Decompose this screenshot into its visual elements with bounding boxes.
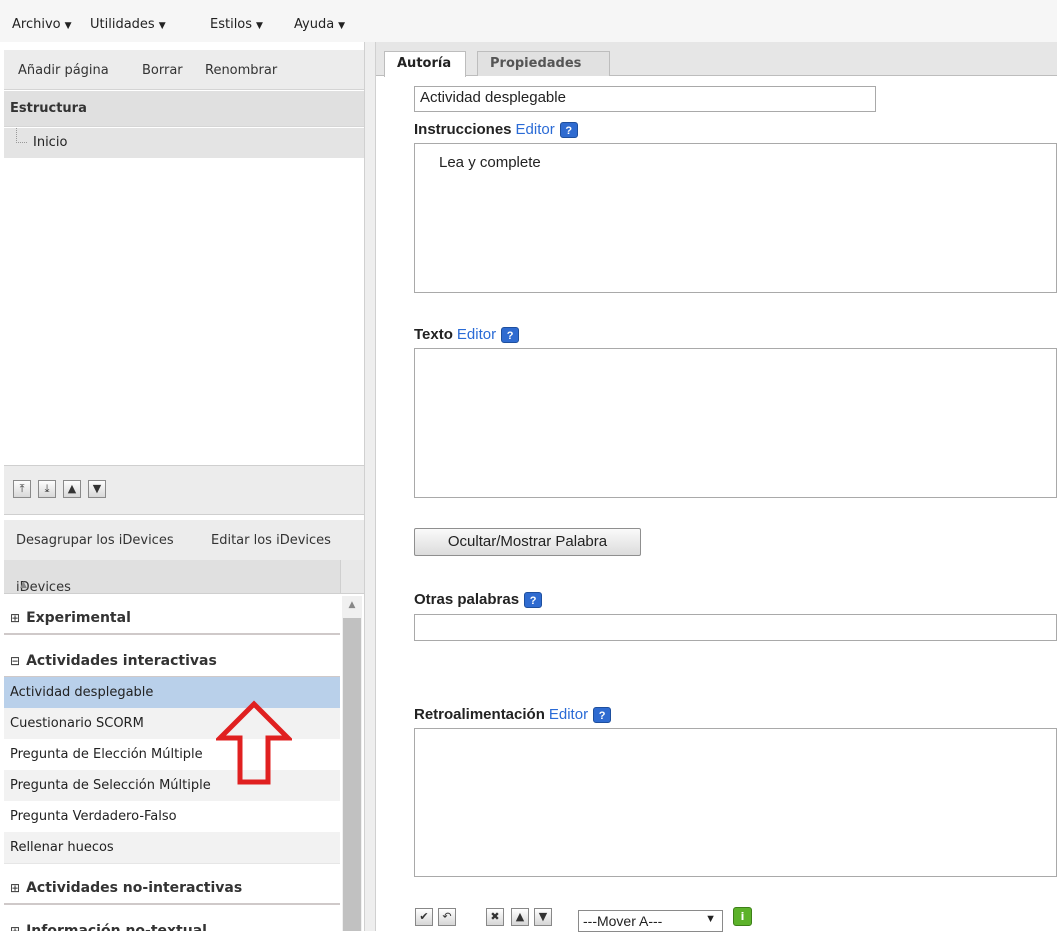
structure-title: Estructura — [10, 101, 87, 116]
chevron-down-icon: ▼ — [64, 21, 72, 31]
category-actividades-no-interactivas[interactable]: ⊞ Actividades no-interactivas — [4, 871, 340, 905]
outline-toolbar: Añadir página Borrar Renombrar — [4, 50, 364, 90]
instrucciones-label: Instrucciones Editor? — [414, 121, 578, 139]
outline-move-bar: ⤒ ⤓ ▲ ▼ — [4, 465, 364, 515]
collapse-icon: ⊟ — [10, 654, 21, 668]
tab-autoria[interactable]: Autoría — [384, 51, 466, 77]
move-to-select[interactable]: ---Mover A--- ▼ — [578, 910, 723, 932]
help-icon[interactable]: ? — [501, 327, 520, 344]
up-icon[interactable]: ▲ — [511, 908, 529, 926]
column-header-filler — [340, 560, 364, 594]
menu-estilos[interactable]: Estilos ▼ — [210, 17, 263, 32]
chevron-down-icon: ▼ — [705, 913, 716, 925]
rename-page-button[interactable]: Renombrar — [205, 63, 277, 78]
category-experimental[interactable]: ⊞ Experimental — [4, 601, 340, 635]
retro-editor-link[interactable]: Editor — [549, 706, 588, 723]
otras-palabras-label: Otras palabras? — [414, 591, 543, 609]
scroll-up-icon[interactable]: ▲ — [342, 596, 362, 614]
tree-node-label: Inicio — [33, 135, 68, 150]
scrollbar-thumb[interactable] — [343, 618, 361, 931]
move-bottom-icon[interactable]: ⤓ — [38, 480, 56, 498]
tab-propiedades[interactable]: Propiedades — [477, 51, 610, 76]
down-icon[interactable]: ▼ — [534, 908, 552, 926]
menu-ayuda[interactable]: Ayuda ▼ — [294, 17, 345, 32]
edit-idevices-button[interactable]: Editar los iDevices — [211, 533, 331, 548]
instrucciones-textarea[interactable]: Lea y complete — [414, 143, 1057, 293]
ungroup-idevices-button[interactable]: Desagrupar los iDevices — [16, 533, 174, 548]
outline-tree — [4, 127, 364, 465]
instrucciones-editor-link[interactable]: Editor — [516, 121, 555, 138]
idevices-column-header[interactable]: iDevices ▲ — [4, 560, 340, 595]
tab-bar: Autoría Propiedades — [376, 42, 1057, 77]
chevron-down-icon: ▼ — [338, 21, 346, 31]
category-informacion-no-textual[interactable]: ⊞ Información no-textual — [4, 914, 340, 931]
sort-asc-icon: ▲ — [20, 580, 27, 590]
annotation-arrow-icon — [216, 700, 292, 785]
idevices-toolbar: Desagrupar los iDevices Editar los iDevi… — [4, 520, 364, 560]
move-top-icon[interactable]: ⤒ — [13, 480, 31, 498]
chevron-down-icon: ▼ — [256, 21, 263, 31]
move-down-icon[interactable]: ▼ — [88, 480, 106, 498]
info-icon[interactable]: i — [733, 907, 752, 926]
menu-archivo[interactable]: Archivo ▼ — [12, 17, 72, 32]
chevron-down-icon: ▼ — [158, 21, 166, 31]
list-item[interactable]: Pregunta Verdadero-Falso — [4, 801, 340, 833]
tree-branch-line — [16, 128, 27, 143]
check-icon[interactable]: ✔ — [415, 908, 433, 926]
structure-header: Estructura — [4, 91, 364, 127]
add-page-button[interactable]: Añadir página — [18, 63, 109, 78]
help-icon[interactable]: ? — [559, 122, 578, 139]
help-icon[interactable]: ? — [524, 592, 543, 609]
otras-palabras-input[interactable] — [414, 614, 1057, 641]
hide-show-word-button[interactable]: Ocultar/Mostrar Palabra — [414, 528, 641, 556]
menu-utilidades[interactable]: Utilidades ▼ — [90, 17, 166, 32]
category-actividades-interactivas[interactable]: ⊟ Actividades interactivas — [4, 644, 340, 678]
delete-icon[interactable]: ✖ — [486, 908, 504, 926]
retroalimentacion-label: Retroalimentación Editor? — [414, 706, 612, 724]
move-up-icon[interactable]: ▲ — [63, 480, 81, 498]
texto-label: Texto Editor? — [414, 326, 520, 344]
retroalimentacion-textarea[interactable] — [414, 728, 1057, 877]
idevice-title-input[interactable]: Actividad desplegable — [414, 86, 876, 112]
expand-icon: ⊞ — [10, 611, 21, 625]
expand-icon: ⊞ — [10, 881, 21, 895]
help-icon[interactable]: ? — [593, 707, 612, 724]
panel-splitter[interactable] — [364, 42, 376, 931]
texto-editor-link[interactable]: Editor — [457, 326, 496, 343]
list-item[interactable]: Rellenar huecos — [4, 832, 340, 864]
delete-page-button[interactable]: Borrar — [142, 63, 183, 78]
tree-node-inicio[interactable]: Inicio — [4, 128, 364, 158]
texto-textarea[interactable] — [414, 348, 1057, 498]
expand-icon: ⊞ — [10, 924, 21, 931]
menubar: Archivo ▼ Utilidades ▼ Estilos ▼ Ayuda ▼ — [0, 0, 1057, 42]
undo-icon[interactable]: ↶ — [438, 908, 456, 926]
